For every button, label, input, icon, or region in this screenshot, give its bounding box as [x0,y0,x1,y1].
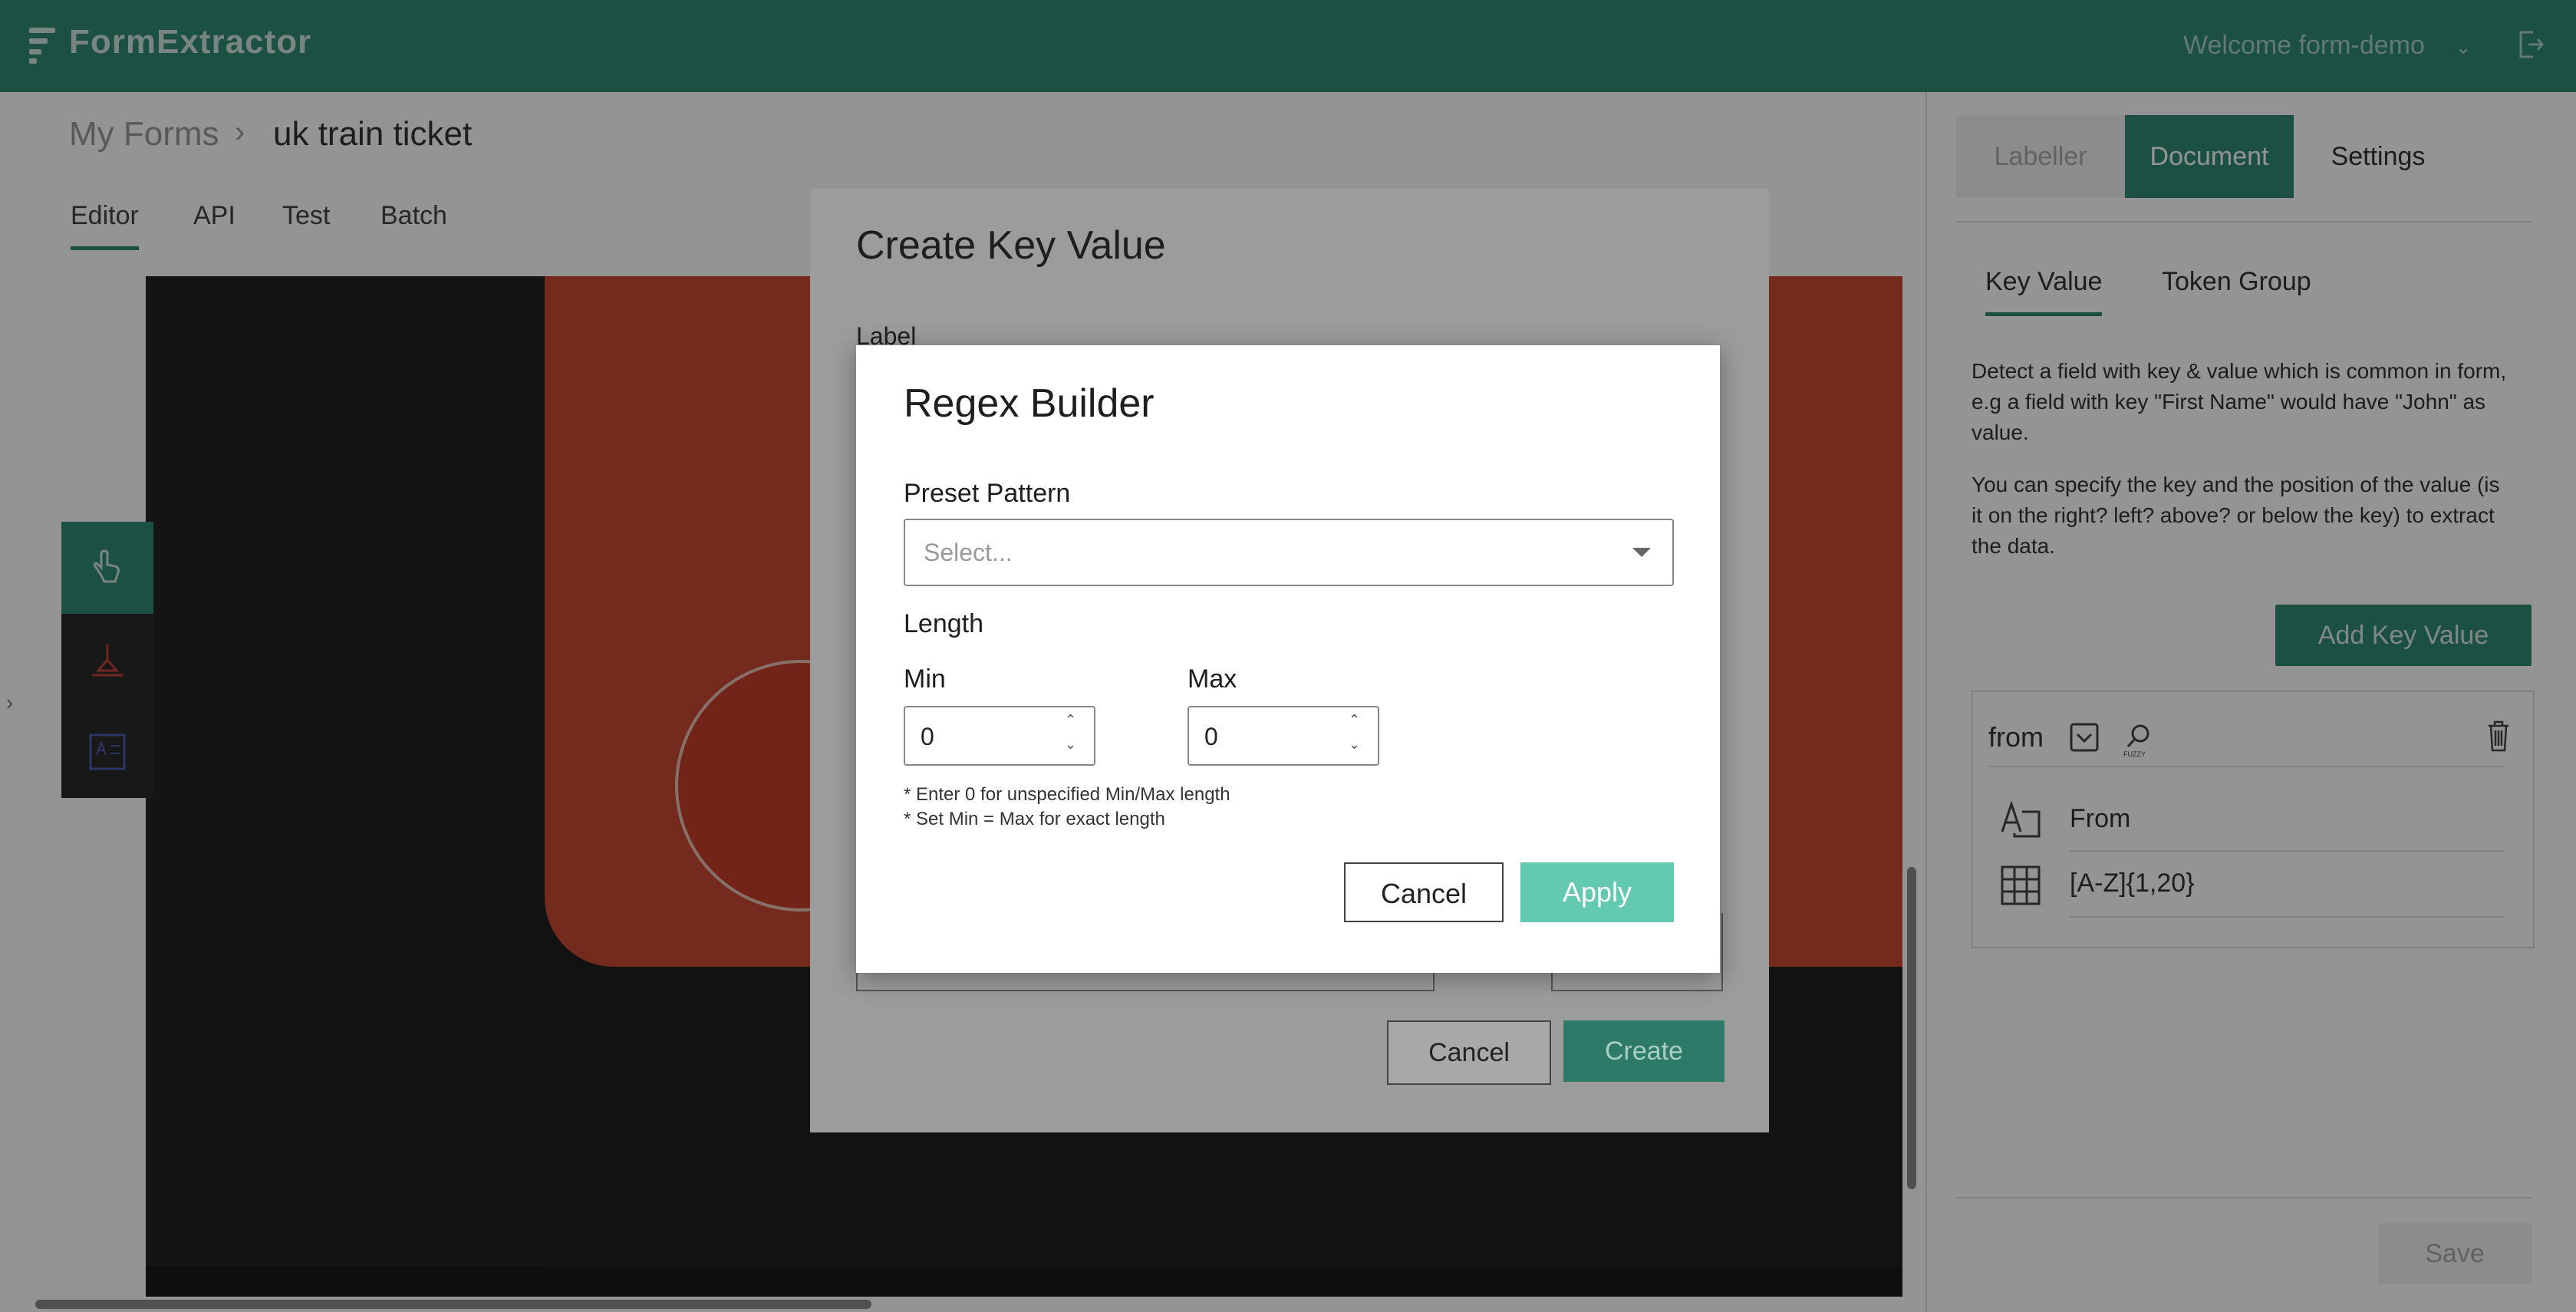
max-length-value[interactable]: 0 [1204,723,1218,751]
length-label: Length [904,609,983,638]
create-cancel-button[interactable]: Cancel [1387,1020,1551,1085]
hint-unspecified: * Enter 0 for unspecified Min/Max length [904,784,1230,805]
max-decrement-icon[interactable]: ⌄ [1349,737,1360,752]
create-dialog-title: Create Key Value [856,223,1166,268]
preset-pattern-label: Preset Pattern [904,479,1071,508]
regex-cancel-button[interactable]: Cancel [1344,862,1504,922]
hint-exact-length: * Set Min = Max for exact length [904,809,1165,829]
regex-builder-title: Regex Builder [904,381,1155,426]
max-label: Max [1188,664,1237,694]
regex-apply-button[interactable]: Apply [1520,862,1674,922]
preset-pattern-select[interactable] [904,519,1674,586]
dropdown-arrow-icon[interactable] [1632,548,1651,557]
min-label: Min [904,664,946,694]
min-decrement-icon[interactable]: ⌄ [1065,737,1076,752]
preset-pattern-placeholder: Select... [924,539,1013,566]
max-increment-icon[interactable]: ⌃ [1349,712,1360,727]
min-increment-icon[interactable]: ⌃ [1065,712,1076,727]
create-button[interactable]: Create [1563,1020,1724,1082]
min-length-value[interactable]: 0 [921,723,934,751]
